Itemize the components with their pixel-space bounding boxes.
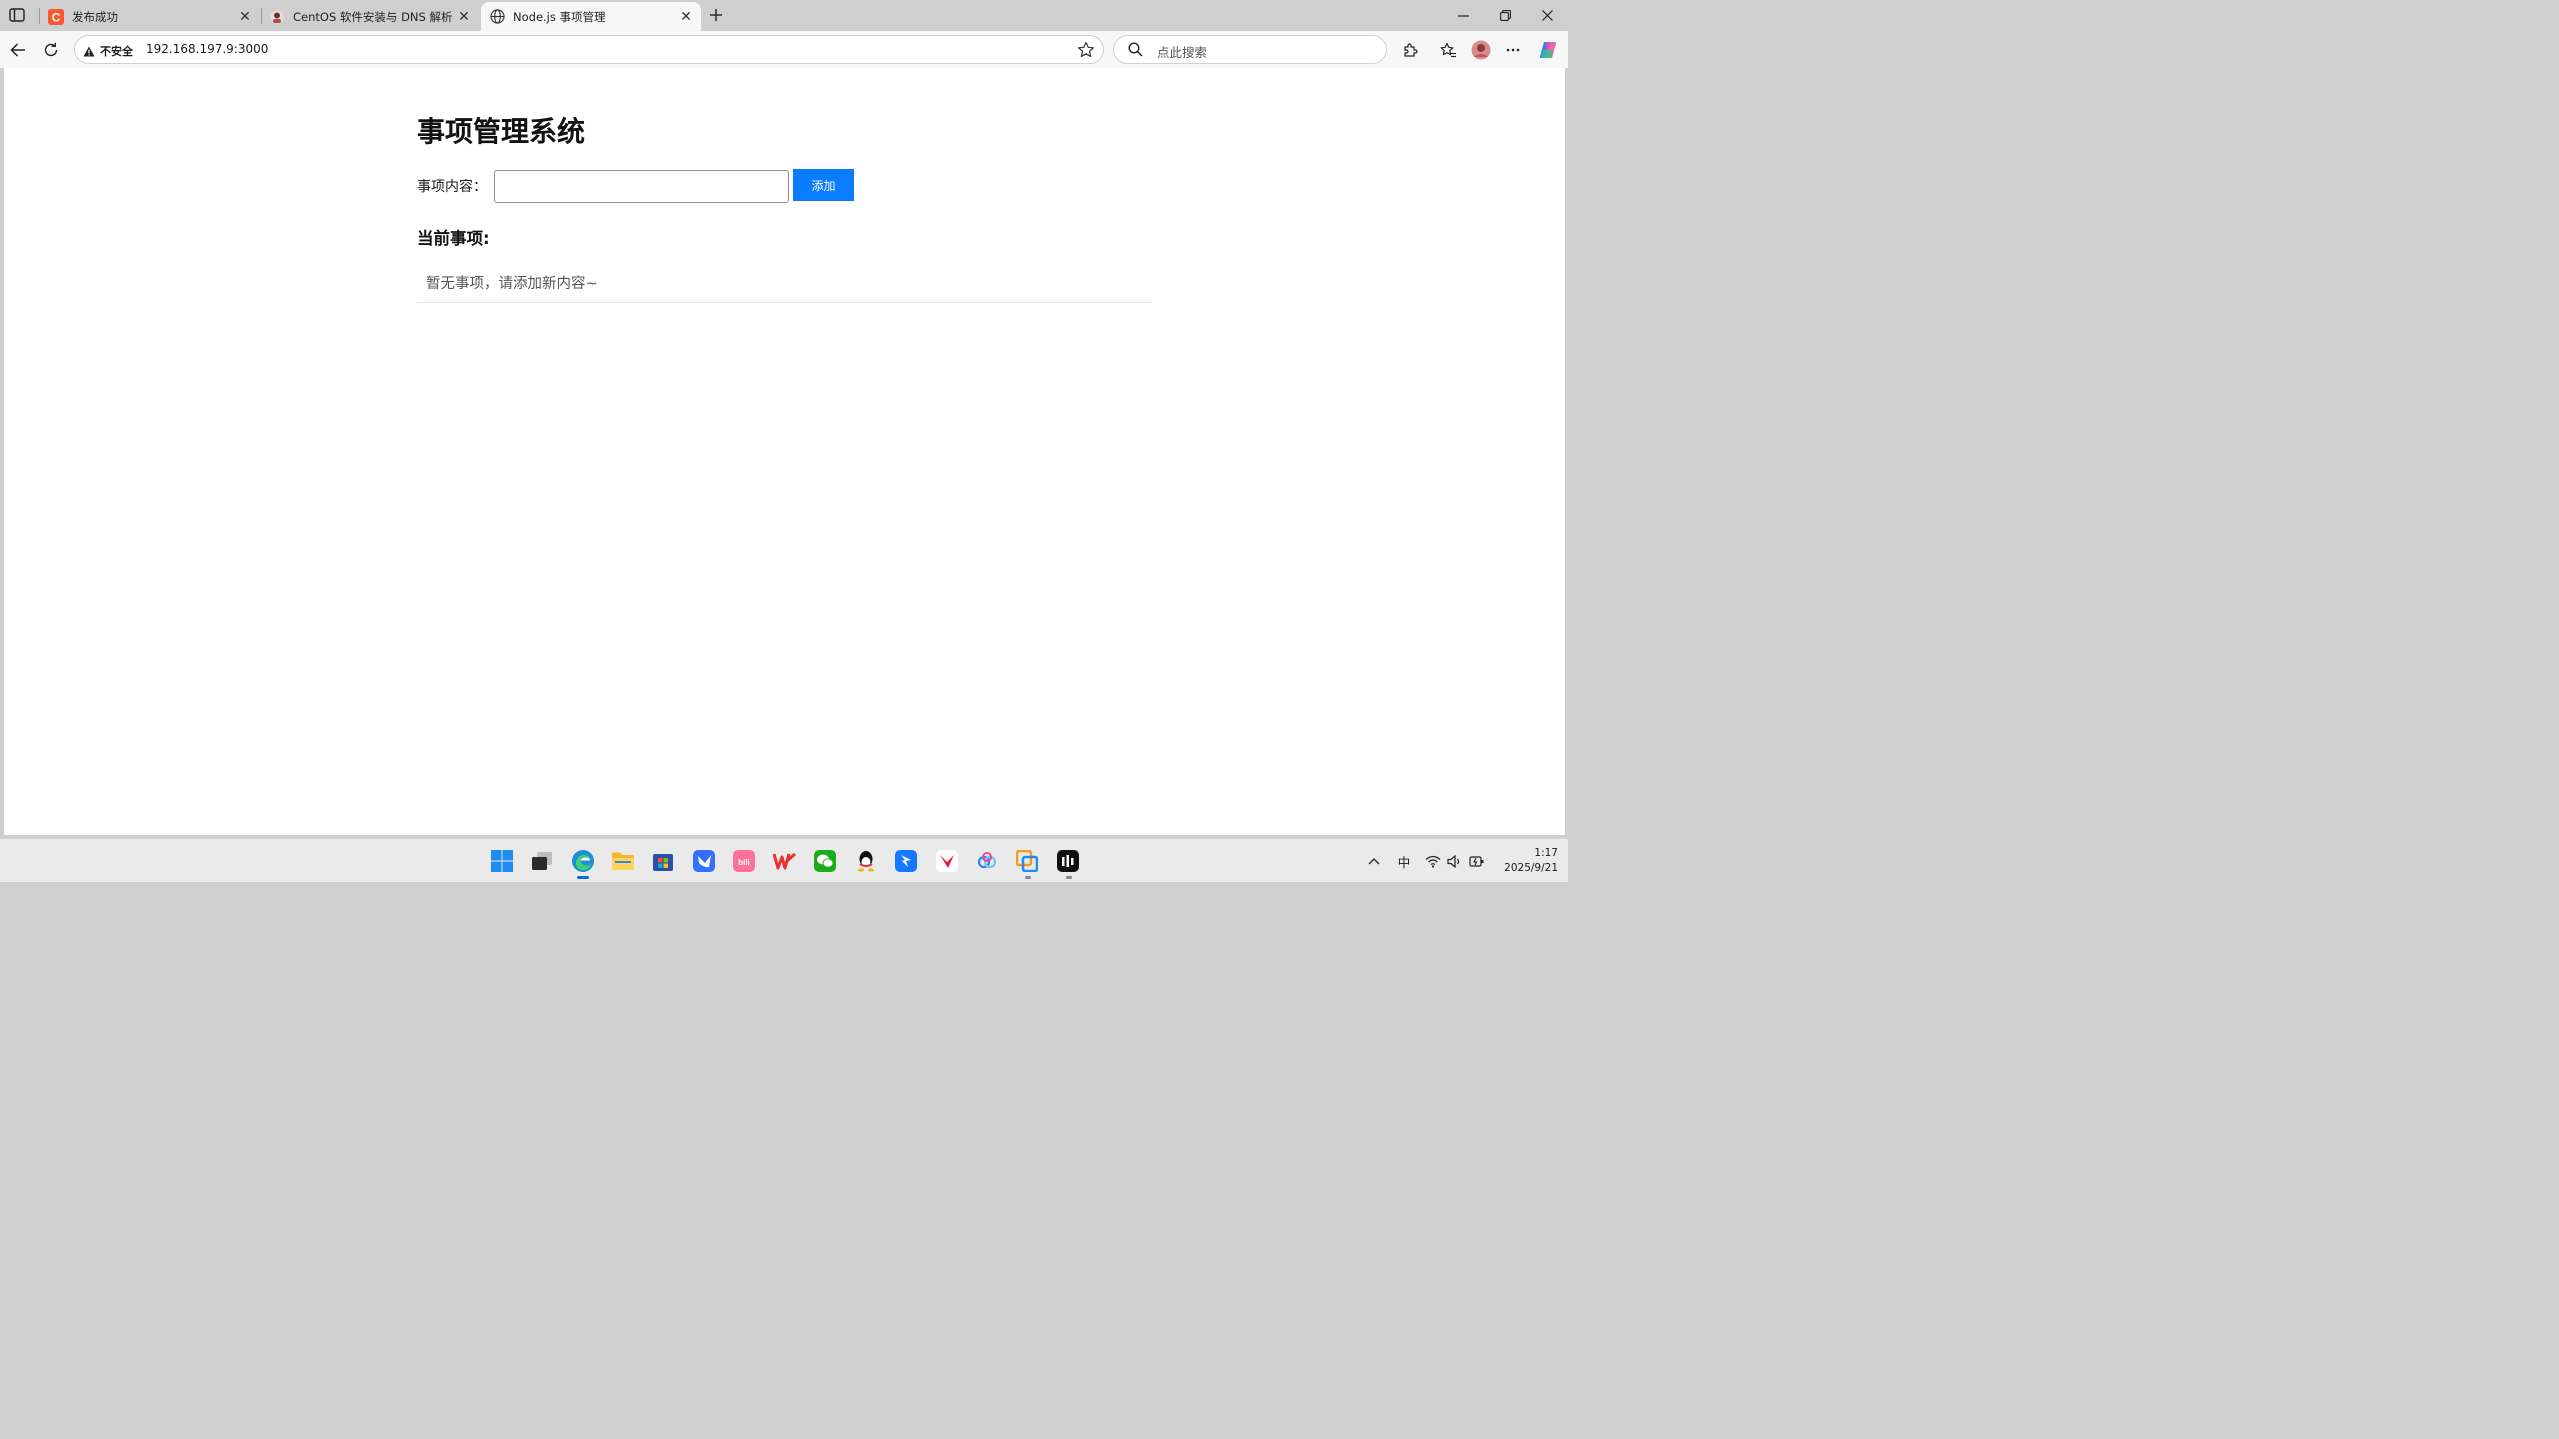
feishu-icon[interactable] bbox=[691, 848, 717, 874]
search-icon bbox=[1128, 42, 1143, 61]
close-window-button[interactable] bbox=[1525, 0, 1569, 31]
close-tab-icon[interactable]: ✕ bbox=[236, 8, 254, 26]
wifi-icon[interactable] bbox=[1424, 851, 1442, 871]
system-clock[interactable]: 1:17 2025/9/21 bbox=[1492, 846, 1558, 876]
page-viewport: 事项管理系统 事项内容： 添加 当前事项: 暂无事项，请添加新内容~ bbox=[4, 68, 1565, 835]
restore-button[interactable] bbox=[1483, 0, 1527, 31]
volume-icon[interactable] bbox=[1446, 851, 1462, 871]
baidu-netdisk-icon[interactable] bbox=[974, 848, 1000, 874]
copilot-icon[interactable] bbox=[1535, 37, 1561, 63]
capcut-icon[interactable] bbox=[1055, 848, 1081, 874]
favorites-icon[interactable] bbox=[1435, 37, 1461, 63]
show-hidden-icons-icon[interactable] bbox=[1366, 851, 1382, 871]
page-title: 事项管理系统 bbox=[417, 115, 586, 148]
taskbar: bili 中 1:17 2025/9/21 bbox=[0, 838, 1568, 882]
wechat-icon[interactable] bbox=[812, 848, 838, 874]
avatar-icon bbox=[269, 9, 285, 25]
favorite-star-icon[interactable] bbox=[1077, 41, 1095, 59]
file-explorer-icon[interactable] bbox=[610, 848, 636, 874]
clock-date: 2025/9/21 bbox=[1504, 862, 1558, 874]
search-placeholder: 点此搜索 bbox=[1157, 45, 1208, 60]
svg-text:C: C bbox=[52, 10, 61, 24]
search-box[interactable]: 点此搜索 bbox=[1113, 35, 1387, 64]
edge-icon[interactable] bbox=[570, 848, 596, 874]
start-icon[interactable] bbox=[489, 848, 515, 874]
url-text[interactable]: 192.168.197.9:3000 bbox=[146, 42, 268, 56]
store-icon[interactable] bbox=[650, 848, 676, 874]
running-app-indicator bbox=[1025, 876, 1031, 879]
running-app-indicator bbox=[1066, 876, 1072, 879]
active-app-indicator bbox=[577, 876, 589, 879]
close-tab-icon[interactable]: ✕ bbox=[677, 8, 695, 26]
address-bar[interactable]: 不安全 192.168.197.9:3000 bbox=[74, 35, 1104, 64]
tab-centos-dns[interactable]: CentOS 软件安装与 DNS 解析 - 互 ✕ bbox=[261, 2, 479, 31]
tab-title: 发布成功 bbox=[72, 9, 118, 24]
browser-toolbar: 不安全 192.168.197.9:3000 点此搜索 bbox=[0, 31, 1568, 68]
wps-icon[interactable] bbox=[772, 848, 798, 874]
add-button[interactable]: 添加 bbox=[793, 169, 854, 201]
more-menu-icon[interactable] bbox=[1500, 37, 1526, 63]
csdn-icon: C bbox=[48, 8, 64, 25]
globe-icon bbox=[489, 9, 505, 25]
close-tab-icon[interactable]: ✕ bbox=[455, 8, 473, 26]
empty-list-message: 暂无事项，请添加新内容~ bbox=[417, 264, 1152, 303]
bilibili-icon[interactable]: bili bbox=[731, 848, 757, 874]
minimize-button[interactable] bbox=[1441, 0, 1485, 31]
vmware-icon[interactable] bbox=[1014, 848, 1040, 874]
tab-title: CentOS 软件安装与 DNS 解析 - 互 bbox=[293, 9, 455, 24]
tab-strip: C 发布成功 ✕ CentOS 软件安装与 DNS 解析 - 互 ✕ Node.… bbox=[0, 0, 1568, 31]
tab-actions-icon[interactable] bbox=[6, 5, 28, 25]
battery-icon[interactable] bbox=[1468, 851, 1486, 871]
clock-time: 1:17 bbox=[1534, 847, 1558, 859]
security-label: 不安全 bbox=[100, 45, 133, 58]
todo-input-label: 事项内容： bbox=[417, 179, 487, 195]
profile-avatar[interactable] bbox=[1468, 37, 1494, 63]
task-view-icon[interactable] bbox=[529, 848, 555, 874]
refresh-button[interactable] bbox=[38, 37, 64, 63]
warning-icon bbox=[83, 46, 95, 56]
todo-content-input[interactable] bbox=[494, 170, 789, 203]
ime-indicator[interactable]: 中 bbox=[1394, 851, 1414, 871]
new-tab-button[interactable] bbox=[704, 4, 728, 26]
tab-nodejs-todo[interactable]: Node.js 事项管理 ✕ bbox=[481, 2, 701, 31]
qq-icon[interactable] bbox=[853, 848, 879, 874]
back-button[interactable] bbox=[5, 37, 31, 63]
tab-publish-success[interactable]: C 发布成功 ✕ bbox=[40, 2, 260, 31]
tab-title: Node.js 事项管理 bbox=[513, 9, 606, 24]
list-heading: 当前事项: bbox=[417, 229, 490, 248]
extensions-icon[interactable] bbox=[1397, 37, 1423, 63]
dingtalk-icon[interactable] bbox=[893, 848, 919, 874]
svg-text:bili: bili bbox=[738, 858, 750, 867]
youdao-icon[interactable] bbox=[934, 848, 960, 874]
security-indicator[interactable]: 不安全 bbox=[83, 43, 133, 59]
